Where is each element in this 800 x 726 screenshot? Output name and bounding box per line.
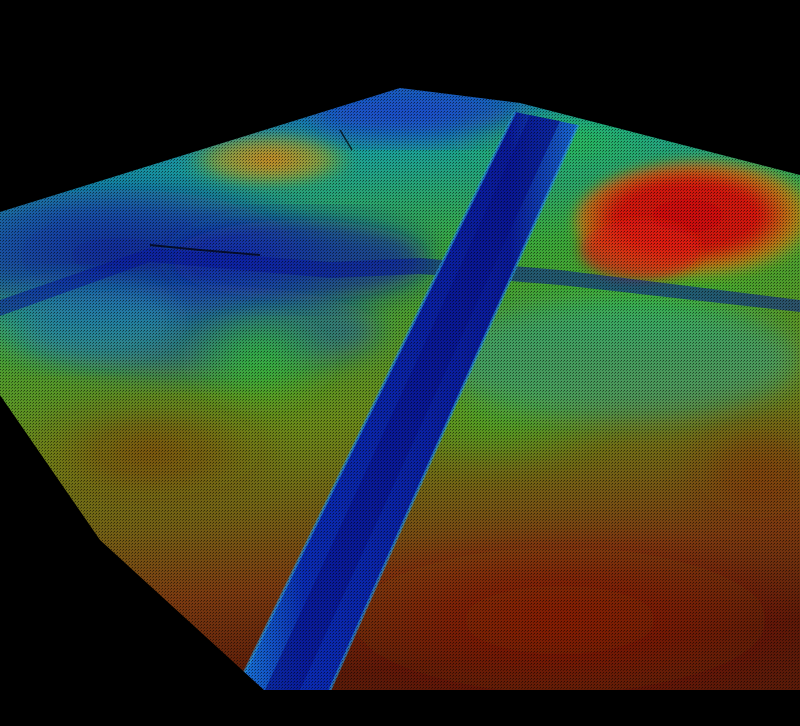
terrain-point-cloud[interactable]	[0, 0, 800, 726]
viewer-viewport[interactable]	[0, 0, 800, 726]
